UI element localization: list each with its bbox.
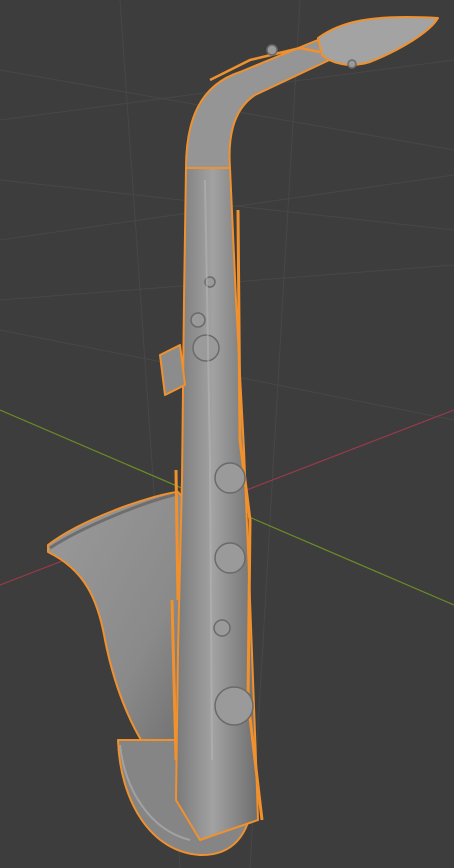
saxophone-mouthpiece	[317, 15, 439, 66]
saxophone-neck	[185, 34, 341, 169]
saxophone-mesh[interactable]	[47, 15, 439, 857]
key-pad	[214, 686, 254, 726]
key-pad	[192, 334, 220, 362]
3d-viewport[interactable]	[0, 0, 454, 868]
key-pad	[213, 619, 231, 637]
key-pad	[347, 59, 357, 69]
key-pad	[214, 462, 246, 494]
key-pad	[214, 542, 246, 574]
key-pad	[190, 312, 206, 328]
saxophone-body	[175, 167, 259, 841]
palm-key	[159, 344, 186, 396]
key-pad	[266, 44, 278, 56]
viewport-canvas[interactable]	[0, 0, 454, 868]
